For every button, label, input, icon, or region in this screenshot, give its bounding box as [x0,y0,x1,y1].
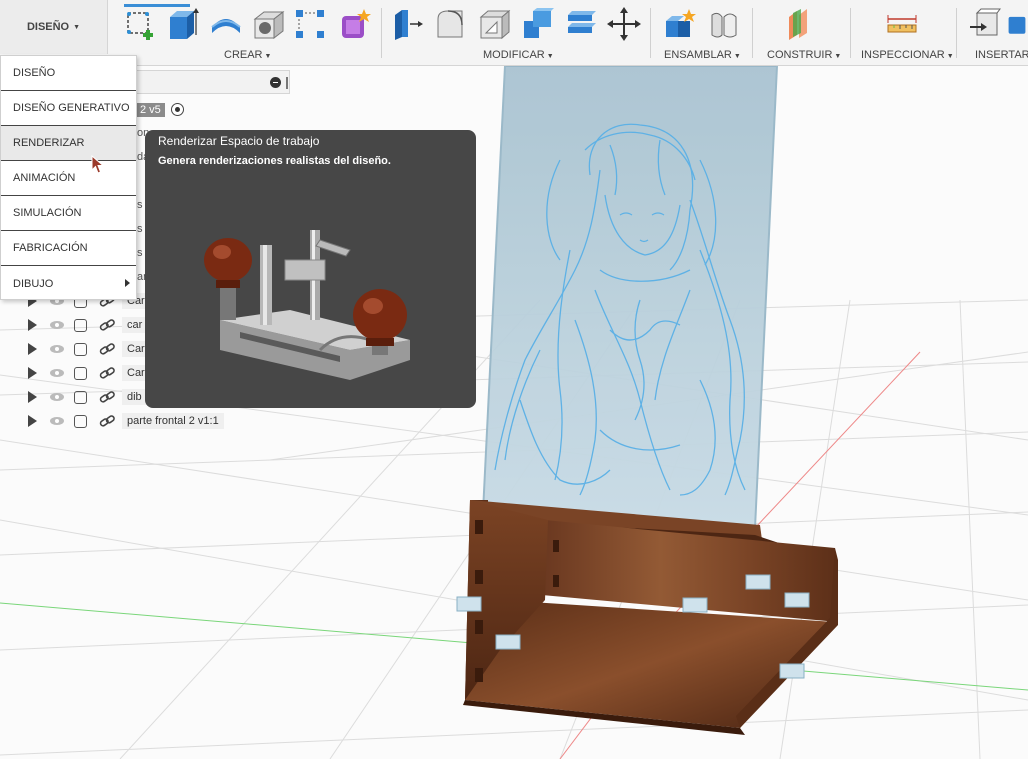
workspace-switcher[interactable]: DISEÑO ▼ [0,0,108,54]
hole-icon[interactable] [251,6,287,42]
menu-item-diseno[interactable]: DISEÑO [1,56,136,91]
group-inspeccionar[interactable]: INSPECCIONAR ▼ [861,49,954,61]
browser-row[interactable]: Car [26,338,150,360]
eye-icon[interactable] [49,416,65,426]
toolbar-separator [381,8,382,58]
revolve-icon[interactable] [208,6,244,42]
collapse-icon[interactable] [270,77,281,88]
menu-item-animacion[interactable]: ANIMACIÓN [1,161,136,196]
link-icon [99,318,115,332]
wooden-box [456,500,838,735]
expand-triangle-icon[interactable] [28,415,37,427]
group-insertar[interactable]: INSERTAR [975,49,1028,61]
body-icon [74,318,87,332]
menu-item-dibujo[interactable]: DIBUJO [1,266,136,301]
workspace-menu: DISEÑO DISEÑO GENERATIVO RENDERIZAR ANIM… [0,55,137,300]
create-sketch-icon[interactable] [122,6,158,42]
expand-triangle-icon[interactable] [28,343,37,355]
browser-row[interactable]: parte frontal 2 v1:1 [26,410,224,432]
browser-row[interactable]: dib [26,386,147,408]
shell-icon[interactable] [477,6,513,42]
create-form-icon[interactable] [336,6,372,42]
group-construir[interactable]: CONSTRUIR ▼ [767,49,841,61]
eye-icon[interactable] [49,320,65,330]
body-icon [74,414,87,428]
browser-row[interactable]: Car [26,362,150,384]
toolbar-separator [752,8,753,58]
group-modificar[interactable]: MODIFICAR ▼ [483,49,554,61]
align-icon[interactable] [563,6,599,42]
joint-icon[interactable] [705,6,741,42]
group-crear[interactable]: CREAR ▼ [224,49,271,61]
menu-item-renderizar[interactable]: RENDERIZAR [1,126,136,161]
eye-icon[interactable] [49,344,65,354]
hand-router-plane-image [204,230,410,380]
toolbar-separator [956,8,957,58]
group-ensamblar[interactable]: ENSAMBLAR ▼ [664,49,741,61]
eye-icon[interactable] [49,392,65,402]
panel-grip-icon[interactable] [286,77,288,89]
insert-derive-icon[interactable] [966,6,1002,42]
link-icon [99,366,115,380]
expand-triangle-icon[interactable] [28,367,37,379]
chevron-down-icon: ▼ [73,23,81,31]
toolbar-separator [850,8,851,58]
browser-row-label: car [122,317,148,333]
browser-row-label: dib [122,389,147,405]
root-component-label: 2 v5 [136,102,165,117]
combine-icon[interactable] [520,6,556,42]
move-icon[interactable] [606,6,642,42]
workspace-tooltip: Renderizar Espacio de trabajo Genera ren… [145,130,476,408]
glass-panel [482,66,778,529]
menu-item-diseno-generativo[interactable]: DISEÑO GENERATIVO [1,91,136,126]
link-icon [99,342,115,356]
offset-plane-icon[interactable] [782,6,818,42]
activate-radio-icon[interactable] [170,103,184,116]
toolbar-separator [650,8,651,58]
body-icon [74,342,87,356]
new-component-icon[interactable] [661,6,697,42]
menu-item-dibujo-label: DIBUJO [13,277,54,290]
measure-icon[interactable] [884,6,920,42]
body-icon [74,390,87,404]
link-icon [99,414,115,428]
browser-row-label: parte frontal 2 v1:1 [122,413,224,429]
clipped-label: s [137,199,143,211]
insert-icon[interactable] [1006,6,1028,42]
submenu-arrow-icon [125,279,130,287]
fillet-icon[interactable] [433,6,469,42]
body-icon [74,366,87,380]
expand-triangle-icon[interactable] [28,391,37,403]
expand-triangle-icon[interactable] [28,319,37,331]
press-pull-icon[interactable] [389,6,425,42]
browser-row[interactable]: car [26,314,148,336]
menu-item-simulacion[interactable]: SIMULACIÓN [1,196,136,231]
extrude-icon[interactable] [164,6,200,42]
link-icon [99,390,115,404]
tooltip-description: Genera renderizaciones realistas del dis… [158,155,391,167]
tooltip-title: Renderizar Espacio de trabajo [158,134,320,148]
main-toolbar: DISEÑO ▼ CREAR ▼ MODIFICAR ▼ ENSAMBLAR ▼… [0,0,1028,66]
clipped-label: s [137,223,143,235]
mouse-cursor-icon [91,155,105,174]
clipped-label: s [137,247,143,259]
menu-item-fabricacion[interactable]: FABRICACIÓN [1,231,136,266]
browser-root-row[interactable]: 2 v5 [136,101,184,118]
workspace-switcher-label: DISEÑO [26,21,70,33]
pattern-icon[interactable] [292,6,328,42]
eye-icon[interactable] [49,368,65,378]
